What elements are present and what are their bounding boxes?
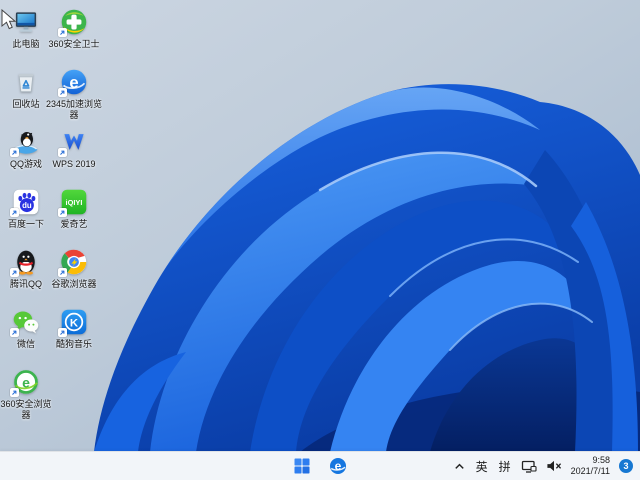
- baidu-icon: du: [10, 188, 40, 217]
- system-tray: 英 拼 9:58 2021/7/11 3: [453, 452, 640, 480]
- tray-chevron-up-icon[interactable]: [453, 460, 466, 473]
- ime-english-indicator[interactable]: 英: [475, 458, 489, 475]
- shortcut-arrow-icon: [58, 208, 67, 217]
- notification-badge[interactable]: 3: [619, 459, 633, 473]
- svg-text:e: e: [335, 459, 342, 473]
- desktop-icon-2345-browser[interactable]: e 2345加速浏览器: [46, 68, 102, 121]
- shortcut-arrow-icon: [10, 328, 19, 337]
- svg-text:K: K: [70, 317, 79, 329]
- recycle-bin-icon: [12, 68, 40, 96]
- 2345-browser-icon: e: [58, 68, 88, 97]
- wps-2019-icon: [58, 128, 88, 157]
- network-display-icon[interactable]: [521, 459, 537, 474]
- 360-safeguard-icon: [58, 8, 88, 37]
- desktop-icon-wechat[interactable]: 微信: [2, 308, 50, 350]
- svg-text:e: e: [69, 73, 78, 92]
- desktop-icon-wps-2019[interactable]: WPS 2019: [50, 128, 98, 170]
- desktop-icon-label: WPS 2019: [52, 159, 96, 169]
- desktop-icon-qq-games[interactable]: QQ游戏: [2, 128, 50, 170]
- clock[interactable]: 9:58 2021/7/11: [571, 455, 610, 478]
- start-button[interactable]: [290, 454, 314, 478]
- clock-date: 2021/7/11: [570, 466, 610, 476]
- desktop-icon-baidu[interactable]: du 百度一下: [2, 188, 50, 230]
- shortcut-arrow-icon: [10, 268, 19, 277]
- svg-text:iQIYI: iQIYI: [66, 198, 83, 207]
- desktop-icon-360-browser[interactable]: e 360安全浏览器: [0, 368, 52, 421]
- shortcut-arrow-icon: [58, 28, 67, 37]
- desktop-icon-label: 谷歌浏览器: [51, 279, 97, 289]
- desktop-icon-chrome[interactable]: 谷歌浏览器: [50, 248, 98, 290]
- desktop-icon-iqiyi[interactable]: iQIYI 爱奇艺: [50, 188, 98, 230]
- volume-muted-icon[interactable]: [546, 459, 562, 473]
- windows-desktop: 此电脑 360安全卫士 回收站 e 2345加速浏览器 QQ游戏 WPS 2019 du 百度一…: [0, 0, 640, 480]
- shortcut-arrow-icon: [58, 268, 67, 277]
- qq-games-icon: [10, 128, 40, 157]
- shortcut-arrow-icon: [10, 148, 19, 157]
- browser-e-icon: e: [330, 458, 346, 474]
- ime-pinyin-indicator[interactable]: 拼: [498, 458, 512, 475]
- wechat-icon: [10, 308, 40, 337]
- clock-time: 9:58: [592, 454, 610, 465]
- shortcut-arrow-icon: [10, 208, 19, 217]
- mouse-cursor-icon: [1, 9, 17, 30]
- desktop-icon-label: 360安全卫士: [48, 39, 100, 49]
- kugou-music-icon: K: [58, 308, 88, 337]
- iqiyi-icon: iQIYI: [58, 188, 88, 217]
- taskbar: e 英 拼 9:58 2021/7/11 3: [0, 451, 640, 480]
- svg-text:du: du: [22, 201, 32, 210]
- chrome-icon: [58, 248, 88, 277]
- shortcut-arrow-icon: [10, 388, 19, 397]
- 360-browser-icon: e: [10, 368, 40, 397]
- shortcut-arrow-icon: [58, 88, 67, 97]
- browser-e-taskbar-button[interactable]: e: [326, 454, 350, 478]
- desktop-icon-label: 360安全浏览器: [0, 399, 52, 420]
- desktop-icon-grid: 此电脑 360安全卫士 回收站 e 2345加速浏览器 QQ游戏 WPS 2019 du 百度一…: [0, 0, 112, 452]
- desktop-icon-label: 2345加速浏览器: [45, 99, 103, 120]
- shortcut-arrow-icon: [58, 148, 67, 157]
- desktop-icon-kugou-music[interactable]: K 酷狗音乐: [50, 308, 98, 350]
- shortcut-arrow-icon: [58, 328, 67, 337]
- desktop-icon-tencent-qq[interactable]: 腾讯QQ: [2, 248, 50, 290]
- windows-logo-icon: [294, 458, 310, 474]
- desktop-icon-recycle-bin[interactable]: 回收站: [2, 68, 50, 110]
- tencent-qq-icon: [10, 248, 40, 277]
- desktop-icon-label: 酷狗音乐: [55, 339, 92, 349]
- desktop-icon-label: 爱奇艺: [60, 219, 88, 229]
- desktop-icon-360-safeguard[interactable]: 360安全卫士: [48, 8, 100, 50]
